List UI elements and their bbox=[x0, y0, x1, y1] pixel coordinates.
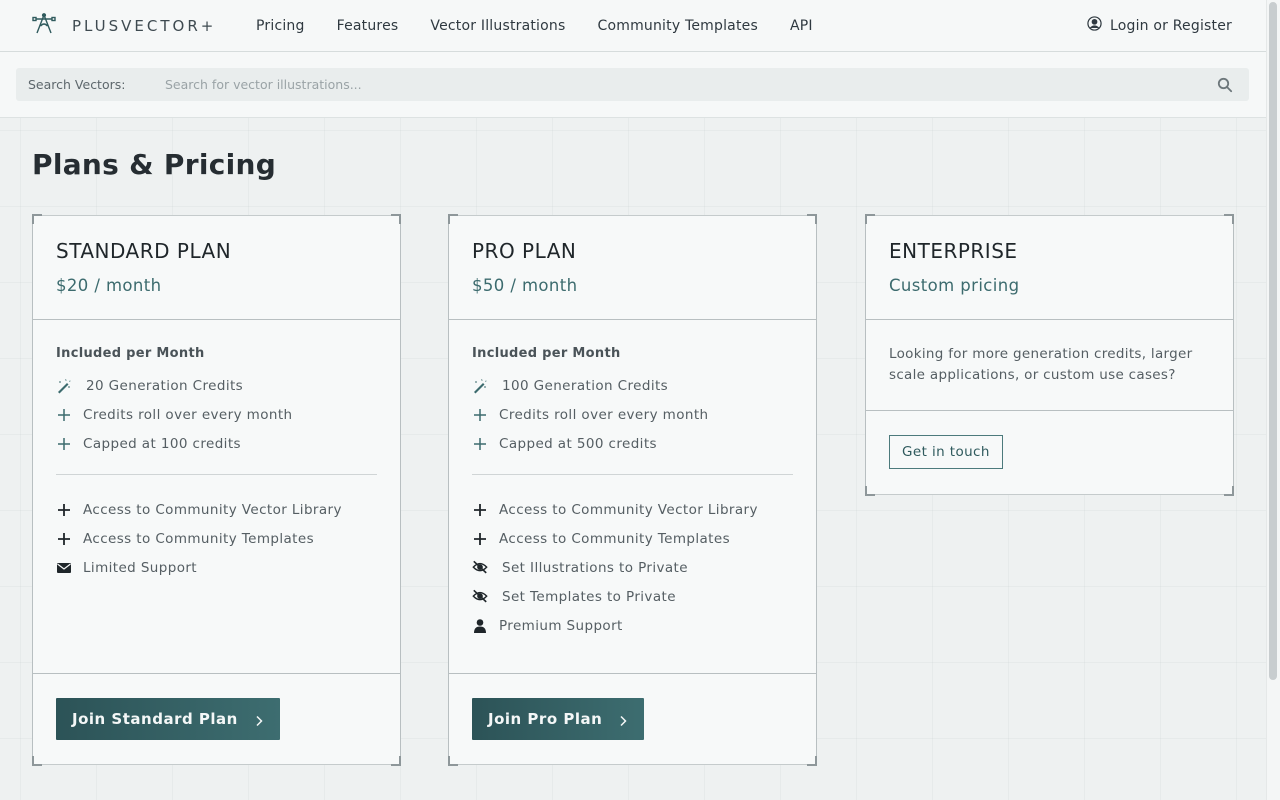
logo-icon bbox=[32, 12, 56, 40]
plan-card-footer: Get in touch bbox=[866, 411, 1233, 469]
feature-item: Set Illustrations to Private bbox=[472, 553, 793, 582]
plan-name: ENTERPRISE bbox=[889, 239, 1018, 263]
plan-card-pro: PRO PLAN $50 / month Included per Month … bbox=[448, 214, 817, 766]
feature-item: 20 Generation Credits bbox=[56, 371, 377, 400]
login-register-link[interactable]: Login or Register bbox=[1087, 16, 1232, 35]
feature-item: Access to Community Vector Library bbox=[56, 495, 377, 524]
nav-link-api[interactable]: API bbox=[790, 18, 813, 34]
login-label: Login or Register bbox=[1109, 17, 1232, 34]
feature-text: Access to Community Vector Library bbox=[499, 501, 758, 518]
feature-item: Capped at 500 credits bbox=[472, 429, 793, 458]
plan-card-footer: Join Standard Plan bbox=[33, 673, 400, 765]
feature-text: Access to Community Templates bbox=[83, 530, 315, 547]
feature-item: Credits roll over every month bbox=[56, 400, 377, 429]
feature-text: Set Illustrations to Private bbox=[502, 559, 688, 576]
plan-card-header: ENTERPRISE Custom pricing bbox=[866, 215, 1233, 320]
included-heading: Included per Month bbox=[472, 346, 621, 361]
plus-icon bbox=[472, 436, 488, 452]
button-label: Join Standard Plan bbox=[72, 710, 238, 728]
plus-icon bbox=[472, 502, 488, 518]
magic-wand-icon bbox=[472, 378, 488, 394]
plan-price: $20 / month bbox=[56, 276, 162, 295]
feature-item: Set Templates to Private bbox=[472, 582, 793, 611]
search-icon[interactable] bbox=[1217, 77, 1233, 93]
divider bbox=[472, 474, 793, 475]
main-nav: Pricing Features Vector Illustrations Co… bbox=[256, 18, 845, 34]
nav-link-pricing[interactable]: Pricing bbox=[256, 18, 305, 34]
plan-card-enterprise: ENTERPRISE Custom pricing Looking for mo… bbox=[865, 214, 1234, 496]
top-navigation-bar: PLUSVECTOR+ Pricing Features Vector Illu… bbox=[0, 0, 1266, 52]
join-pro-plan-button[interactable]: Join Pro Plan bbox=[472, 698, 645, 740]
feature-item: 100 Generation Credits bbox=[472, 371, 793, 400]
feature-text: Set Templates to Private bbox=[502, 588, 676, 605]
plan-name: PRO PLAN bbox=[472, 239, 577, 263]
feature-text: Capped at 100 credits bbox=[83, 435, 241, 452]
magic-wand-icon bbox=[56, 378, 72, 394]
feature-text: 20 Generation Credits bbox=[86, 377, 244, 394]
plus-icon bbox=[472, 407, 488, 423]
plan-name: STANDARD PLAN bbox=[56, 239, 232, 263]
plus-icon bbox=[56, 502, 72, 518]
feature-text: Credits roll over every month bbox=[499, 406, 709, 423]
plan-price: $50 / month bbox=[472, 276, 578, 295]
scrollbar-thumb[interactable] bbox=[1269, 2, 1277, 680]
envelope-icon bbox=[56, 560, 72, 576]
page-title: Plans & Pricing bbox=[32, 148, 277, 181]
feature-item: Access to Community Templates bbox=[472, 524, 793, 553]
user-icon bbox=[472, 618, 488, 634]
plan-card-footer: Join Pro Plan bbox=[449, 673, 816, 765]
search-bar: Search Vectors: bbox=[16, 68, 1249, 101]
plus-icon bbox=[472, 531, 488, 547]
page-scrollbar[interactable] bbox=[1266, 0, 1280, 800]
feature-item: Access to Community Vector Library bbox=[472, 495, 793, 524]
feature-item: Premium Support bbox=[472, 611, 793, 640]
divider bbox=[56, 474, 377, 475]
feature-text: Access to Community Vector Library bbox=[83, 501, 342, 518]
feature-text: Capped at 500 credits bbox=[499, 435, 657, 452]
enterprise-description: Looking for more generation credits, lar… bbox=[889, 346, 1193, 383]
feature-item: Credits roll over every month bbox=[472, 400, 793, 429]
eye-slash-icon bbox=[472, 560, 488, 576]
plan-card-body: Looking for more generation credits, lar… bbox=[866, 320, 1233, 411]
plan-card-body: Included per Month 20 Generation Credits… bbox=[33, 320, 400, 582]
plan-card-body: Included per Month 100 Generation Credit… bbox=[449, 320, 816, 640]
plan-card-header: STANDARD PLAN $20 / month bbox=[33, 215, 400, 320]
plan-card-header: PRO PLAN $50 / month bbox=[449, 215, 816, 320]
eye-slash-icon bbox=[472, 589, 488, 605]
nav-link-features[interactable]: Features bbox=[337, 18, 399, 34]
plus-icon bbox=[56, 407, 72, 423]
get-in-touch-button[interactable]: Get in touch bbox=[889, 435, 1003, 469]
feature-item: Limited Support bbox=[56, 553, 377, 582]
plus-icon bbox=[56, 531, 72, 547]
feature-text: Credits roll over every month bbox=[83, 406, 293, 423]
search-bar-section: Search Vectors: bbox=[0, 52, 1266, 118]
feature-text: Limited Support bbox=[83, 559, 197, 576]
search-input[interactable] bbox=[165, 77, 1217, 92]
join-standard-plan-button[interactable]: Join Standard Plan bbox=[56, 698, 280, 740]
nav-link-vector-illustrations[interactable]: Vector Illustrations bbox=[430, 18, 565, 34]
included-heading: Included per Month bbox=[56, 346, 205, 361]
nav-link-community-templates[interactable]: Community Templates bbox=[597, 18, 757, 34]
feature-item: Capped at 100 credits bbox=[56, 429, 377, 458]
feature-text: Premium Support bbox=[499, 617, 623, 634]
chevron-right-icon bbox=[254, 713, 264, 727]
feature-item: Access to Community Templates bbox=[56, 524, 377, 553]
plan-card-standard: STANDARD PLAN $20 / month Included per M… bbox=[32, 214, 401, 766]
user-circle-icon bbox=[1087, 16, 1110, 35]
brand-name: PLUSVECTOR+ bbox=[72, 16, 217, 35]
plus-icon bbox=[56, 436, 72, 452]
button-label: Join Pro Plan bbox=[488, 710, 603, 728]
chevron-right-icon bbox=[618, 713, 628, 727]
feature-text: 100 Generation Credits bbox=[502, 377, 669, 394]
plan-price: Custom pricing bbox=[889, 276, 1020, 295]
brand-logo[interactable]: PLUSVECTOR+ bbox=[32, 12, 256, 40]
feature-text: Access to Community Templates bbox=[499, 530, 731, 547]
search-label: Search Vectors: bbox=[28, 77, 126, 92]
